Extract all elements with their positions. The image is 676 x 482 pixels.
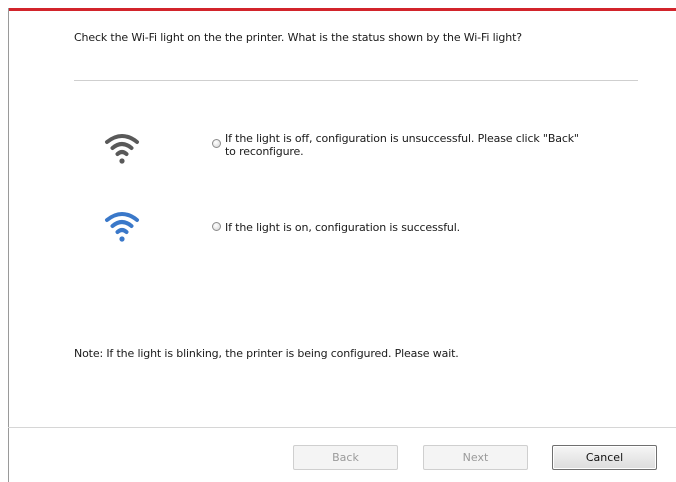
light-off-option-label: If the light is off, configuration is un… bbox=[225, 132, 579, 158]
light-off-radio[interactable] bbox=[212, 139, 221, 148]
accent-top-bar bbox=[8, 8, 676, 11]
wifi-blue-icon bbox=[105, 212, 139, 242]
footer-divider bbox=[8, 427, 676, 428]
window-left-border bbox=[8, 8, 9, 482]
next-button[interactable]: Next bbox=[423, 445, 528, 470]
cancel-button[interactable]: Cancel bbox=[552, 445, 657, 470]
header-divider bbox=[74, 80, 638, 81]
light-on-option-label: If the light is on, configuration is suc… bbox=[225, 221, 460, 234]
light-on-radio[interactable] bbox=[212, 222, 221, 231]
wifi-gray-icon bbox=[105, 134, 139, 164]
back-button[interactable]: Back bbox=[293, 445, 398, 470]
question-text: Check the Wi-Fi light on the the printer… bbox=[74, 31, 522, 44]
blinking-note: Note: If the light is blinking, the prin… bbox=[74, 347, 459, 360]
